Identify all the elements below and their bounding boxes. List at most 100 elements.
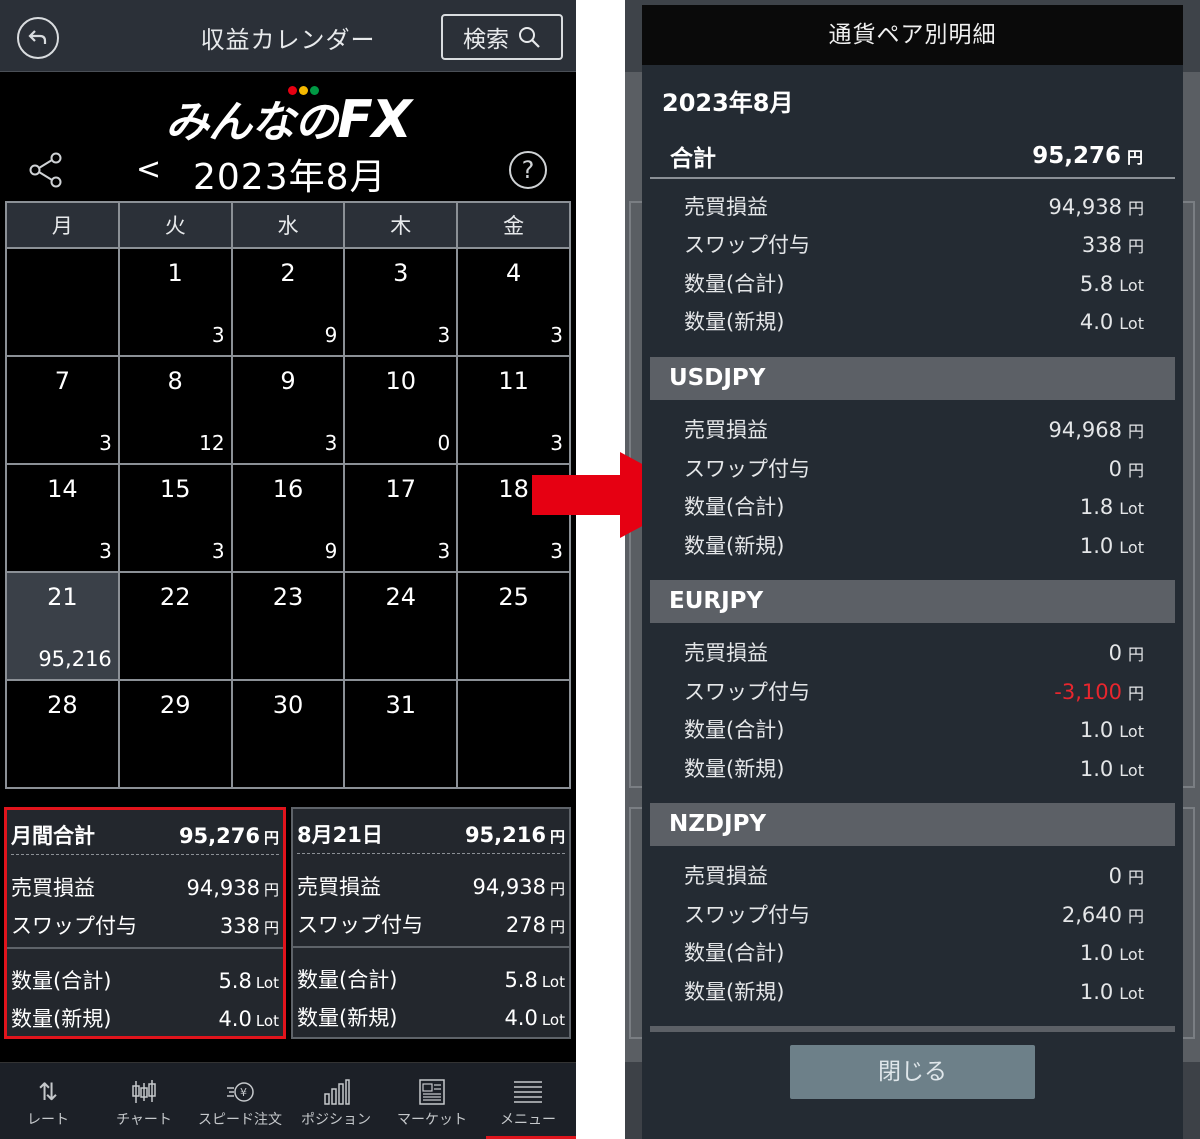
weekday-1: 火 <box>117 201 233 249</box>
search-label: 検索 <box>463 27 509 53</box>
left-screen: 収益カレンダー 検索 みんなのFX < 2023年8月 ? 月火水木金 1329… <box>0 0 576 1139</box>
nav-rate[interactable]: ⇅ レート <box>0 1063 96 1139</box>
day-number: 21 <box>47 583 78 611</box>
calendar-day-cell[interactable]: 33 <box>343 247 459 357</box>
modal-total-row: 合計 95,276 円 <box>650 135 1175 179</box>
day-number: 31 <box>385 691 417 719</box>
search-icon <box>519 27 540 48</box>
calendar-day-cell[interactable]: 14 3 <box>5 463 120 573</box>
day-count: 3 <box>99 539 112 563</box>
calendar-day-cell[interactable]: 93 <box>230 355 346 465</box>
detail-row: 数量(合計) 1.8 Lot <box>684 495 1144 519</box>
day-number: 15 <box>159 475 191 503</box>
calendar-day-cell[interactable]: 23 <box>230 571 346 681</box>
day-number: 10 <box>385 367 417 395</box>
detail-row: 数量(合計) 1.0 Lot <box>684 941 1144 965</box>
calendar-day-cell[interactable]: 25 <box>456 571 571 681</box>
daily-total-value: 95,216 <box>464 823 546 847</box>
detail-row: スワップ付与 -3,100 円 <box>684 679 1144 704</box>
calendar-day-cell[interactable]: 17 3 <box>343 463 459 573</box>
nav-menu[interactable]: メニュー <box>480 1063 576 1139</box>
nav-chart[interactable]: チャート <box>96 1063 192 1139</box>
detail-row: 数量(合計) 1.0 Lot <box>684 718 1144 742</box>
day-count: 3 <box>550 323 563 347</box>
calendar-day-cell[interactable]: 73 <box>5 355 120 465</box>
bottom-nav: ⇅ レート チャート ¥ スピード注文 ポジション マーケット メニュー <box>0 1062 576 1139</box>
detail-row: 売買損益 0 円 <box>684 864 1144 888</box>
modal-title: 通貨ペア別明細 <box>642 5 1183 65</box>
calendar-day-cell[interactable]: 16 9 <box>230 463 346 573</box>
day-count: 9 <box>324 323 338 347</box>
weekday-2: 水 <box>230 201 346 249</box>
nav-market[interactable]: マーケット <box>384 1063 480 1139</box>
day-number: 24 <box>385 583 417 611</box>
day-number: 17 <box>385 475 417 503</box>
day-count: 3 <box>437 539 451 563</box>
day-count: 3 <box>550 539 563 563</box>
detail-row: 数量(新規) 4.0 Lot <box>684 310 1144 334</box>
day-count: 3 <box>211 539 225 563</box>
calendar-day-cell[interactable]: 30 <box>230 679 346 789</box>
day-number: 7 <box>54 367 71 395</box>
calendar-day-cell[interactable]: 21 95,216 <box>5 571 120 681</box>
calendar-day-cell[interactable]: 8 12 <box>117 355 233 465</box>
nav-speed-order[interactable]: ¥ スピード注文 <box>192 1063 288 1139</box>
calendar-day-cell[interactable]: 29 <box>117 679 233 789</box>
calendar-day-cell[interactable]: 10 0 <box>343 355 459 465</box>
modal-divider <box>650 1026 1175 1032</box>
weekday-4: 金 <box>456 201 571 249</box>
help-button[interactable]: ? <box>509 151 547 189</box>
weekday-0: 月 <box>5 201 120 249</box>
day-number: 28 <box>47 691 78 719</box>
yen-coin-icon: ¥ <box>192 1075 288 1109</box>
brand-logo: みんなのFX <box>165 90 412 150</box>
detail-row: スワップ付与 338 円 <box>684 233 1144 257</box>
day-count: 3 <box>324 431 338 455</box>
day-count: 3 <box>211 323 225 347</box>
pair-header-nzdjpy: NZDJPY <box>650 803 1175 846</box>
current-month: 2023年8月 <box>193 157 387 198</box>
detail-row: 売買損益 94,938 円 <box>684 195 1144 219</box>
close-button[interactable]: 閉じる <box>790 1045 1035 1099</box>
calendar-day-cell[interactable]: 43 <box>456 247 571 357</box>
menu-list-icon <box>480 1075 576 1109</box>
detail-row: 数量(新規) 1.0 Lot <box>684 756 1144 781</box>
logo-dots <box>288 86 319 95</box>
calendar-day-cell[interactable]: 29 <box>230 247 346 357</box>
search-button[interactable]: 検索 <box>441 14 563 60</box>
day-number: 16 <box>272 475 304 503</box>
day-number: 23 <box>272 583 304 611</box>
day-count: 3 <box>99 431 112 455</box>
calendar-day-cell[interactable]: 24 <box>343 571 459 681</box>
prev-month-button[interactable]: < <box>136 152 161 187</box>
calendar-day-cell[interactable]: 31 <box>343 679 459 789</box>
header-bar: 収益カレンダー 検索 <box>0 0 576 72</box>
detail-row: 売買損益 0 円 <box>684 641 1144 665</box>
detail-row: 数量(新規) 1.0 Lot <box>684 533 1144 558</box>
day-count: 95,216 <box>38 647 112 671</box>
monthly-total-value: 95,276 <box>178 824 260 848</box>
day-number: 22 <box>159 583 191 611</box>
day-number: 14 <box>47 475 78 503</box>
daily-summary: 8月21日 95,216 円 売買損益 94,938 円 スワップ付与 278 円 数量(合… <box>291 807 571 1039</box>
day-number: 11 <box>498 367 529 395</box>
day-number: 25 <box>498 583 529 611</box>
calendar-day-cell[interactable]: 15 3 <box>117 463 233 573</box>
daily-summary-title: 8月21日 <box>297 823 383 847</box>
detail-row: 数量(新規) 1.0 Lot <box>684 979 1144 1004</box>
calendar-day-cell[interactable]: 22 <box>117 571 233 681</box>
day-number: 2 <box>280 259 296 287</box>
day-count: 0 <box>437 431 451 455</box>
monthly-summary: 月間合計 95,276 円 売買損益 94,938 円 スワップ付与 338 円 数量(合計… <box>4 807 286 1039</box>
pair-detail-modal: 通貨ペア別明細 2023年8月 合計 95,276 円 売買損益 94,938 円スワ… <box>642 5 1183 1139</box>
modal-total-value: 95,276 <box>1032 143 1121 169</box>
calendar-day-cell <box>456 679 571 789</box>
day-number: 1 <box>167 259 183 287</box>
nav-position[interactable]: ポジション <box>288 1063 384 1139</box>
modal-month: 2023年8月 <box>662 89 794 117</box>
calendar-day-cell[interactable]: 11 3 <box>456 355 571 465</box>
share-icon[interactable] <box>26 150 66 190</box>
calendar-day-cell[interactable]: 28 <box>5 679 120 789</box>
day-number: 8 <box>167 367 183 395</box>
calendar-day-cell[interactable]: 13 <box>117 247 233 357</box>
